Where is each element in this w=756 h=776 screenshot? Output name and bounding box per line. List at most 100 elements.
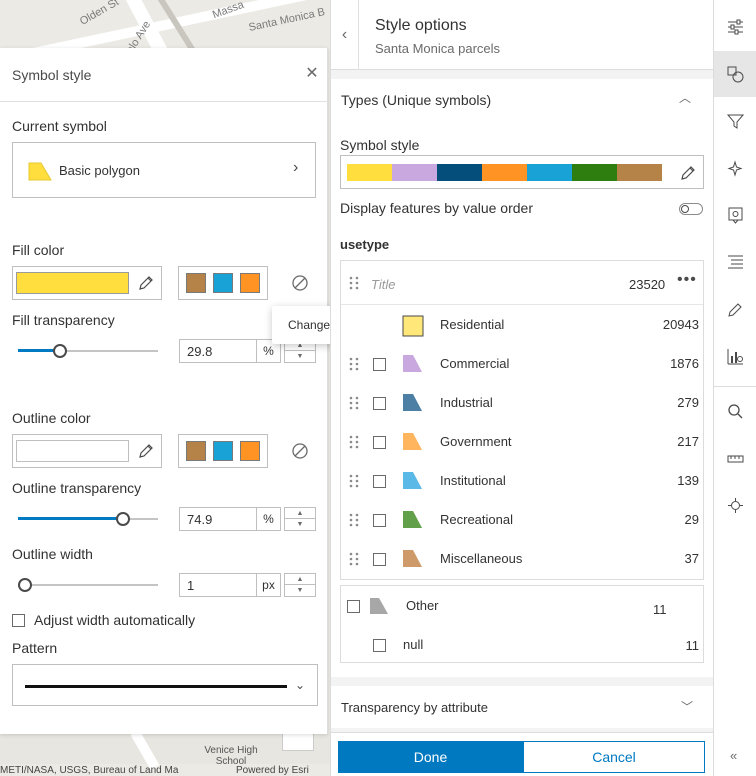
more-options-icon[interactable]: ••• <box>677 271 697 289</box>
polygon-swatch-icon[interactable] <box>369 597 389 615</box>
drag-handle-icon[interactable] <box>349 435 359 449</box>
popups-tool[interactable] <box>714 192 756 238</box>
footer: Done Cancel <box>331 732 714 776</box>
row-checkbox[interactable] <box>373 475 386 488</box>
pencil-icon <box>139 276 153 290</box>
polygon-swatch-icon[interactable] <box>402 393 424 413</box>
chevron-right-icon: › <box>293 159 299 176</box>
quick-color-brown[interactable] <box>186 273 206 293</box>
styles-tool[interactable] <box>714 51 756 97</box>
quick-color-brown[interactable] <box>186 441 206 461</box>
filter-tool[interactable] <box>714 98 756 144</box>
fill-color-picker[interactable] <box>12 266 162 300</box>
polygon-swatch-icon[interactable] <box>402 471 424 491</box>
outline-width-stepper[interactable]: ▲ ▼ <box>284 573 316 597</box>
charts-tool[interactable] <box>714 333 756 379</box>
polygon-swatch-icon[interactable] <box>402 510 424 530</box>
symbol-style-label: Symbol style <box>340 137 420 153</box>
properties-tool[interactable] <box>714 4 756 50</box>
labels-tool[interactable] <box>714 239 756 285</box>
outline-transparency-input[interactable]: 74.9 % <box>179 507 281 531</box>
chevron-down-icon[interactable]: ▼ <box>285 519 315 530</box>
close-icon[interactable]: ✕ <box>302 64 322 84</box>
quick-color-blue[interactable] <box>213 273 233 293</box>
slider-thumb[interactable] <box>18 578 32 592</box>
fill-quick-colors <box>178 266 268 300</box>
symbol-style-ramp-button[interactable] <box>340 155 704 189</box>
fill-transparency-slider[interactable] <box>18 341 158 361</box>
ramp-color-segment <box>437 164 482 181</box>
polygon-swatch-icon[interactable] <box>402 432 424 452</box>
row-checkbox[interactable] <box>373 436 386 449</box>
measure-icon <box>727 455 744 463</box>
drag-handle-icon[interactable] <box>349 357 359 371</box>
outline-width-input[interactable]: 1 px <box>179 573 281 597</box>
row-label: Commercial <box>440 356 510 371</box>
polygon-swatch-icon[interactable] <box>402 354 424 374</box>
outline-width-slider[interactable] <box>18 575 158 595</box>
chevron-down-icon[interactable]: ▼ <box>285 585 315 596</box>
no-color-icon[interactable] <box>291 274 309 292</box>
cancel-button[interactable]: Cancel <box>523 741 705 773</box>
row-checkbox[interactable] <box>373 397 386 410</box>
chevron-down-icon: ﹀ <box>681 700 694 714</box>
other-count: 11 <box>653 602 667 617</box>
outline-transparency-slider[interactable] <box>18 509 158 529</box>
drag-handle-icon[interactable] <box>349 396 359 410</box>
fill-transparency-input[interactable]: 29.8 % <box>179 339 281 363</box>
effects-tool[interactable] <box>714 145 756 191</box>
chevron-up-icon[interactable]: ▲ <box>285 508 315 519</box>
quick-color-blue[interactable] <box>213 441 233 461</box>
location-tool[interactable] <box>714 482 756 528</box>
drag-handle-icon[interactable] <box>349 513 359 527</box>
drag-handle-icon[interactable] <box>349 552 359 566</box>
fill-transparency-value: 29.8 <box>187 344 213 359</box>
fill-color-swatch <box>16 272 129 294</box>
chevron-up-icon[interactable]: ▲ <box>285 574 315 585</box>
slider-thumb[interactable] <box>53 344 67 358</box>
row-checkbox[interactable] <box>373 514 386 527</box>
polygon-swatch-icon[interactable] <box>402 549 424 569</box>
transparency-by-attribute-section[interactable]: Transparency by attribute ﹀ <box>331 686 714 728</box>
ramp-color-segment <box>572 164 617 181</box>
drag-handle-icon[interactable] <box>349 276 359 290</box>
outline-width-value: 1 <box>187 578 195 593</box>
collapse-icon[interactable]: « <box>730 748 737 763</box>
chevron-down-icon[interactable]: ▼ <box>285 351 315 362</box>
search-tool[interactable] <box>714 388 756 434</box>
null-checkbox[interactable] <box>373 639 386 652</box>
quick-color-orange[interactable] <box>240 273 260 293</box>
adjust-width-checkbox[interactable] <box>12 614 25 627</box>
no-color-icon[interactable] <box>291 442 309 460</box>
current-symbol-button[interactable]: Basic polygon › <box>12 142 316 198</box>
back-icon[interactable]: ‹ <box>331 0 359 70</box>
outline-quick-colors <box>178 434 268 468</box>
row-count: 1876 <box>670 356 699 371</box>
polygon-swatch-icon[interactable] <box>402 315 424 337</box>
quick-color-orange[interactable] <box>240 441 260 461</box>
outline-color-picker[interactable] <box>12 434 162 468</box>
layer-name: Santa Monica parcels <box>375 41 501 56</box>
row-count: 139 <box>677 473 699 488</box>
slider-thumb[interactable] <box>116 512 130 526</box>
measure-tool[interactable] <box>714 435 756 481</box>
null-count: 11 <box>685 638 700 653</box>
sketch-tool[interactable] <box>714 286 756 332</box>
zoom-out-button[interactable] <box>282 731 314 751</box>
pattern-select[interactable]: ⌄ <box>12 664 318 706</box>
done-button[interactable]: Done <box>338 741 523 773</box>
display-by-order-toggle[interactable] <box>679 203 703 215</box>
chevron-up-icon[interactable]: ︿ <box>679 89 691 106</box>
other-checkbox[interactable] <box>347 600 360 613</box>
title-placeholder[interactable]: Title <box>371 277 395 292</box>
row-checkbox[interactable] <box>373 553 386 566</box>
pencil-icon <box>139 444 153 458</box>
filter-icon <box>727 114 744 129</box>
effects-icon <box>727 160 743 177</box>
row-count: 29 <box>684 512 699 527</box>
row-checkbox[interactable] <box>373 358 386 371</box>
drag-handle-icon[interactable] <box>349 474 359 488</box>
outline-transparency-stepper[interactable]: ▲ ▼ <box>284 507 316 531</box>
fill-color-label: Fill color <box>12 242 65 258</box>
charts-icon <box>727 349 743 365</box>
